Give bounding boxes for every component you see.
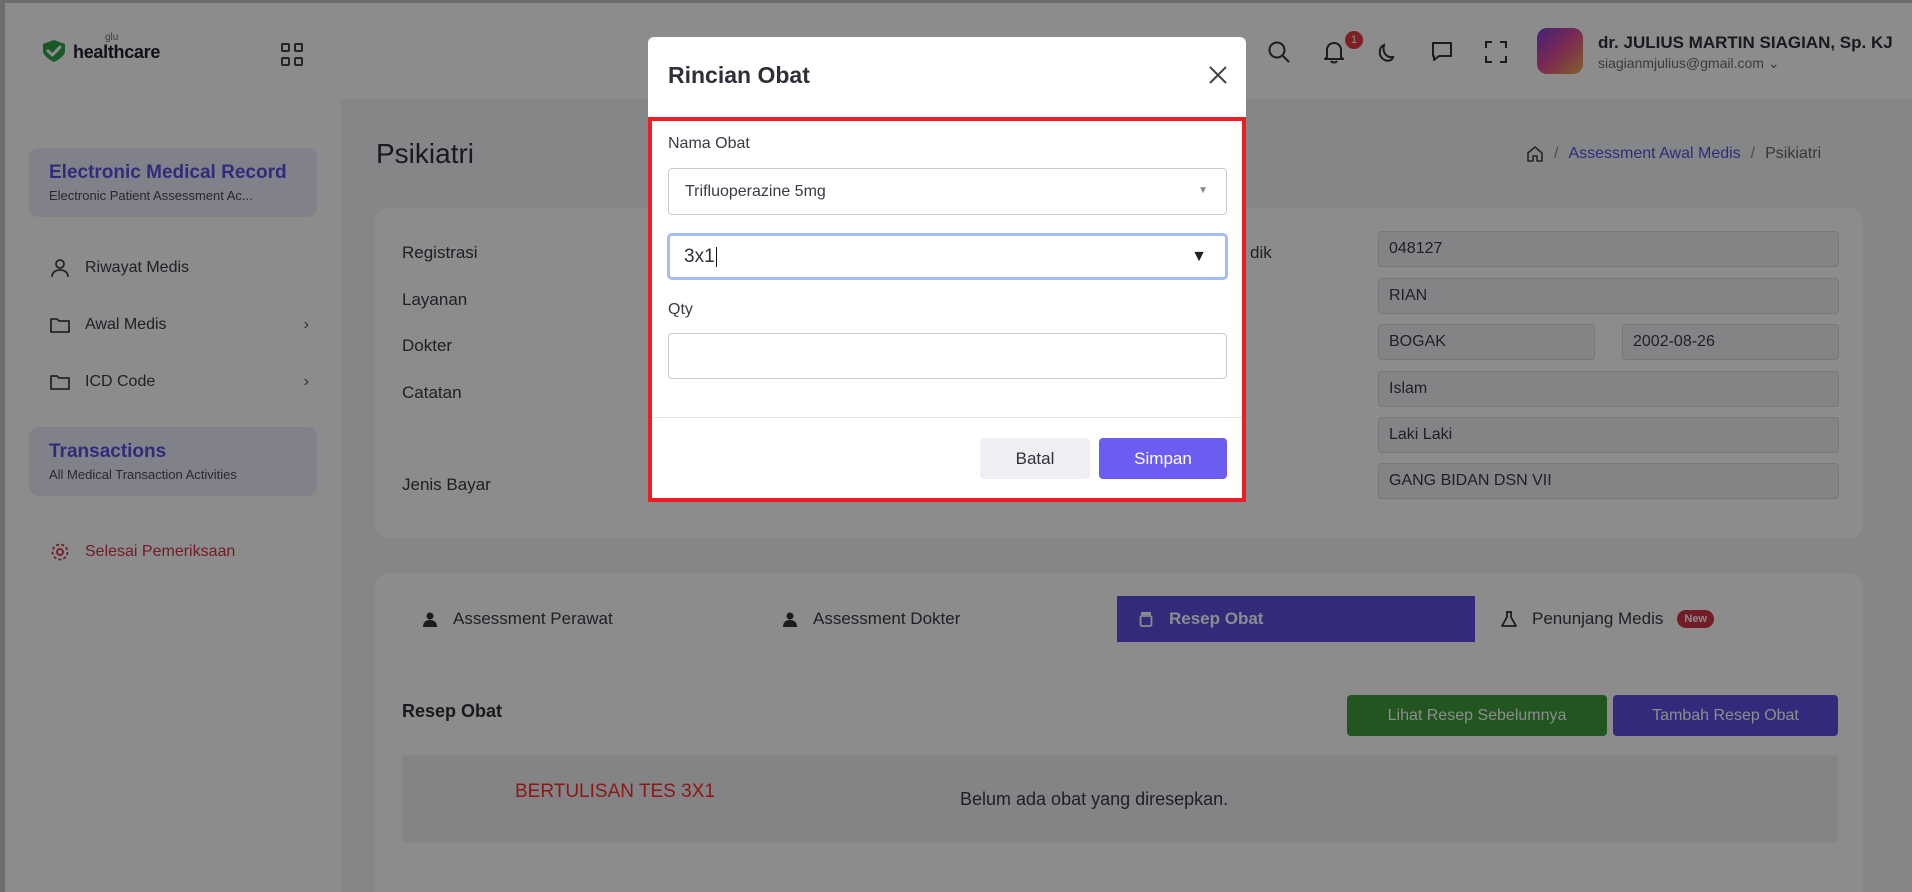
close-icon[interactable] [1206, 63, 1230, 87]
modal-title: Rincian Obat [668, 62, 810, 88]
highlight-box [648, 117, 1246, 502]
